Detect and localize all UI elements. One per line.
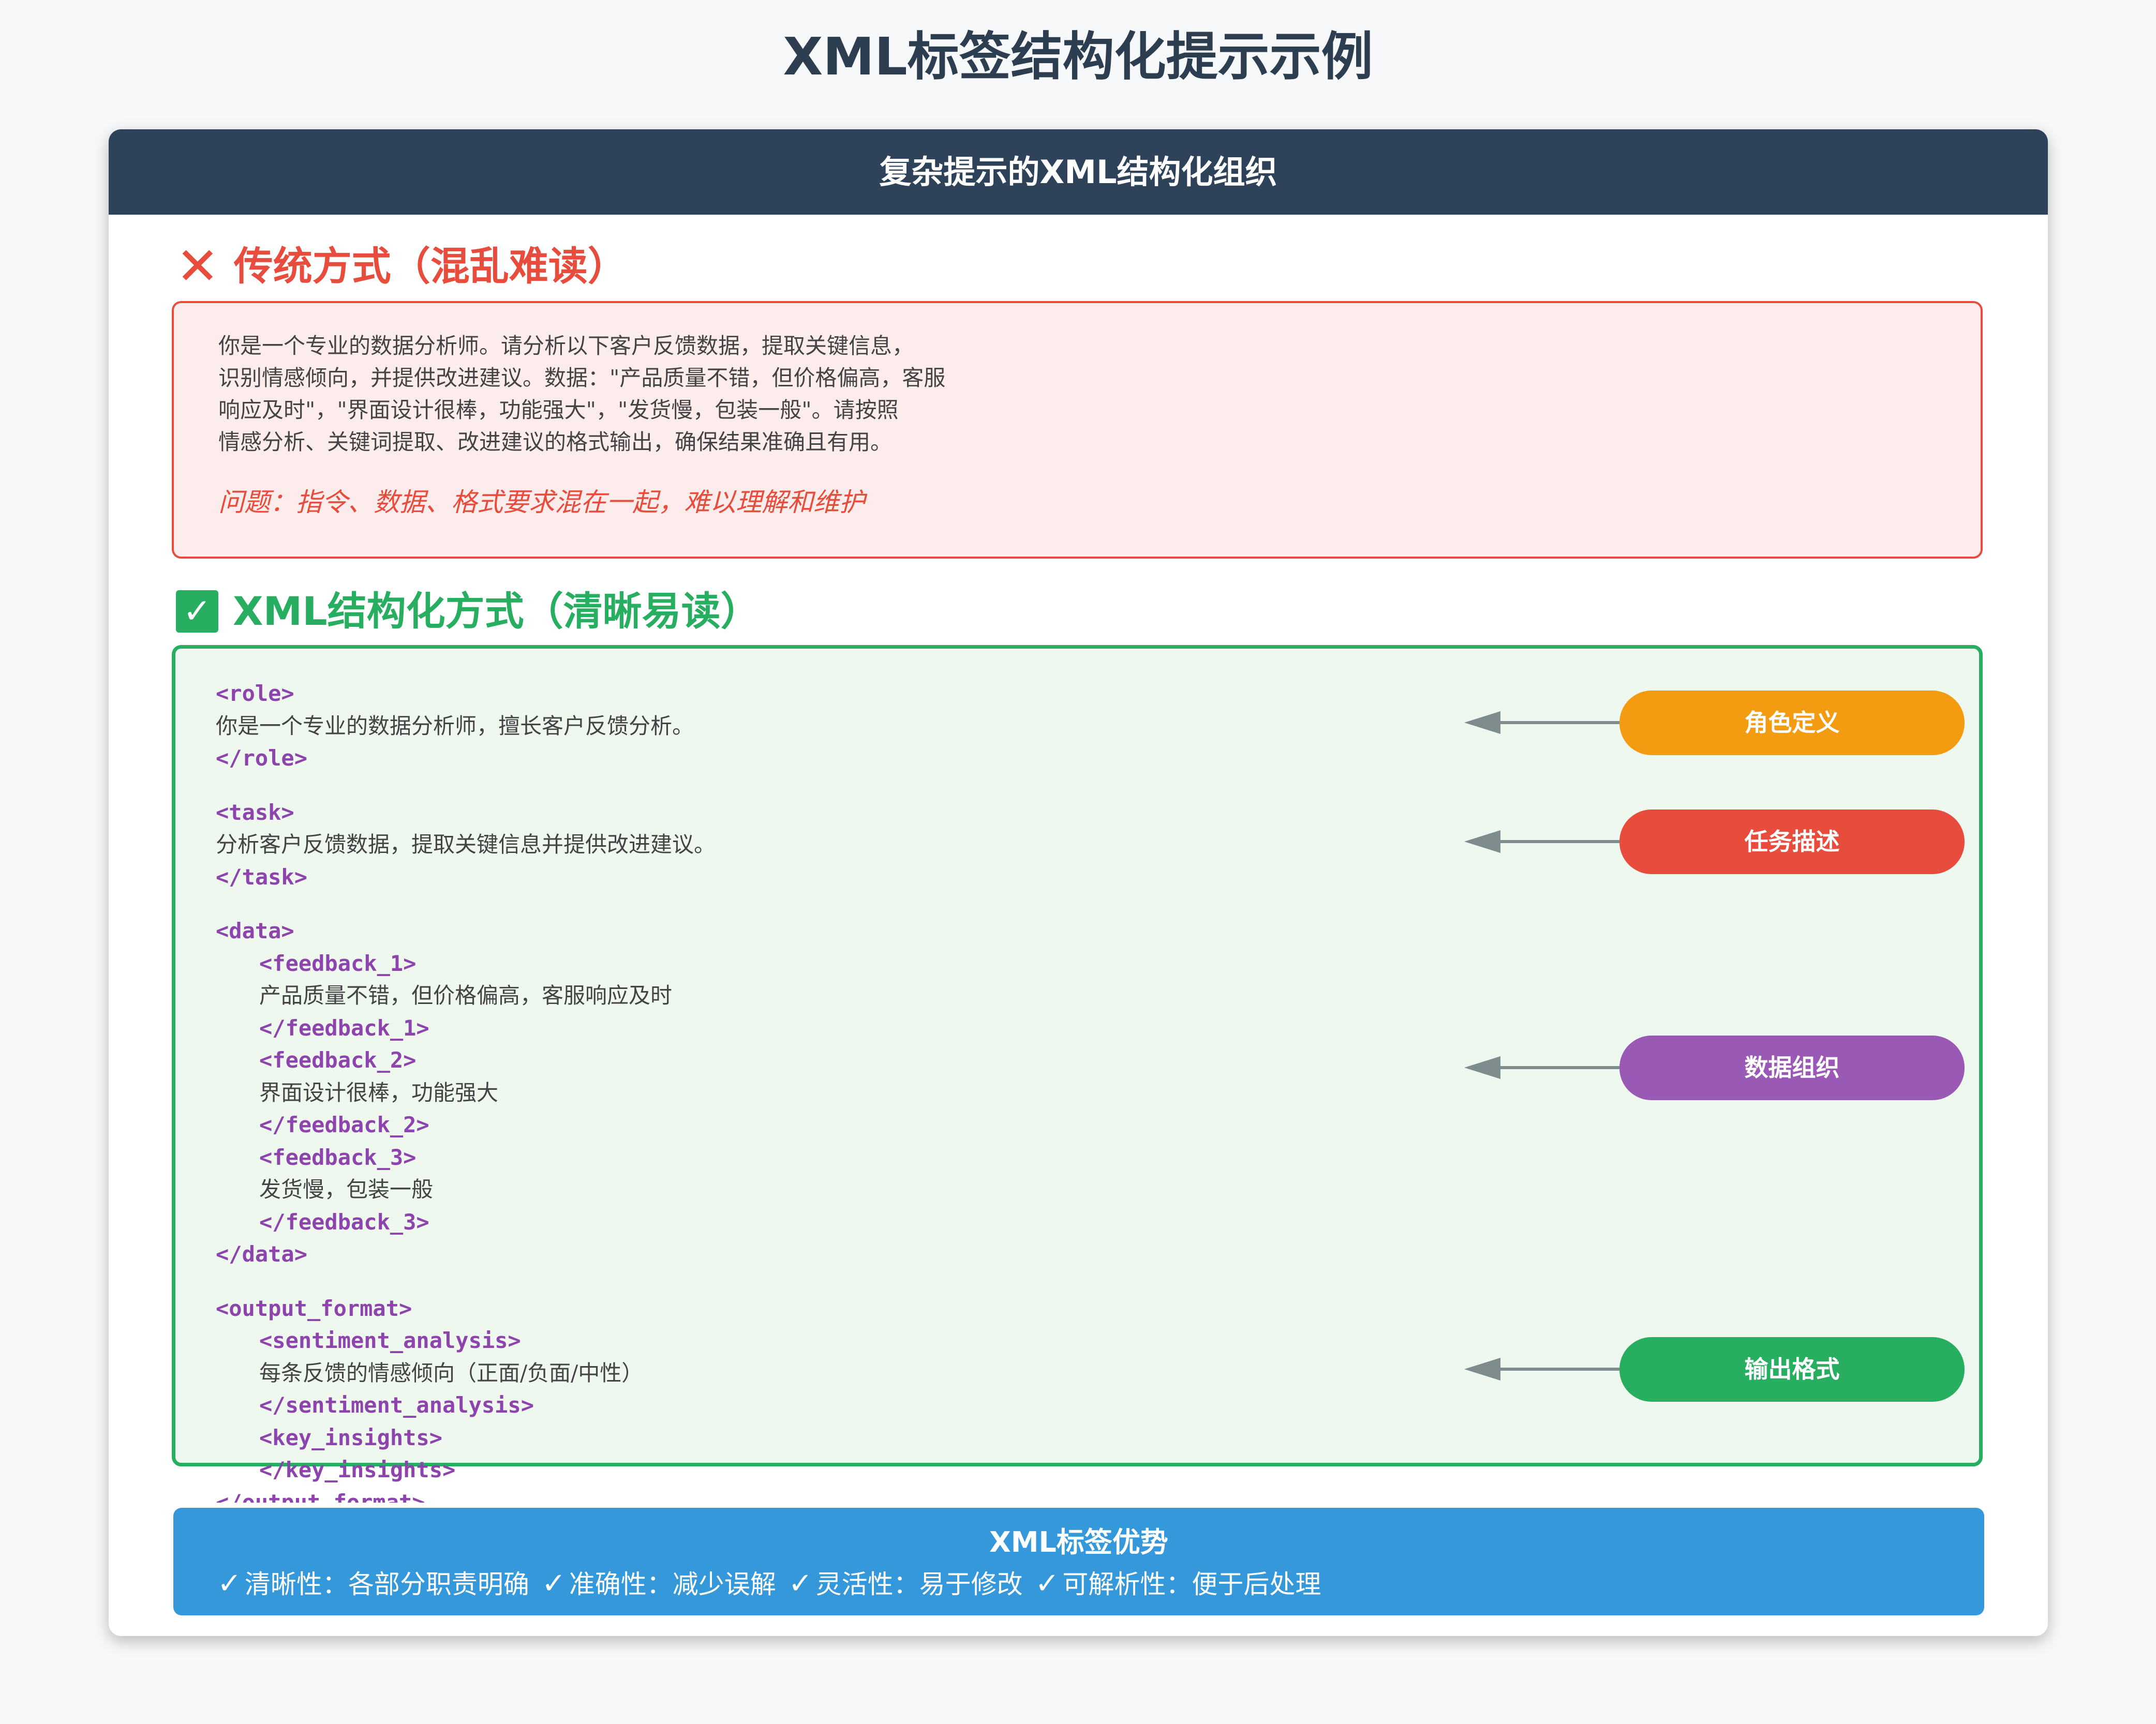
- advantage-item: 可解析性：便于后处理: [1062, 1569, 1321, 1599]
- xml-tag: <task>: [216, 799, 294, 825]
- xml-tag: <key_insights>: [259, 1425, 443, 1450]
- xml-code-block: <role> 你是一个专业的数据分析师，擅长客户反馈分析。 </role> <t…: [216, 678, 1561, 1503]
- label-pill: 任务描述: [1619, 809, 1965, 874]
- advantages-box: XML标签优势 ✓ 清晰性：各部分职责明确 ✓ 准确性：减少误解 ✓ 灵活性：易于修改…: [173, 1508, 1984, 1615]
- label-role: 角色定义: [1464, 691, 1982, 755]
- xml-tag: </output_format>: [216, 1489, 425, 1503]
- advantages-list: ✓ 清晰性：各部分职责明确 ✓ 准确性：减少误解 ✓ 灵活性：易于修改 ✓ 可解析性：便…: [217, 1564, 1325, 1601]
- xml-content: 界面设计很棒，功能强大: [259, 1080, 499, 1105]
- xml-content: 产品质量不错，但价格偏高，客服响应及时: [259, 983, 673, 1008]
- advantage-item: 灵活性：易于修改: [815, 1569, 1023, 1599]
- label-task: 任务描述: [1464, 809, 1982, 874]
- xml-tag: <role>: [216, 681, 294, 706]
- advantage-item: 清晰性：各部分职责明确: [244, 1569, 529, 1599]
- page-title: XML标签结构化提示示例: [783, 26, 1373, 87]
- main-card: 复杂提示的XML结构化组织 ✕ 传统方式（混乱难读） 你是一个专业的数据分析师。请…: [109, 129, 2048, 1636]
- left-arrow-icon: [1464, 1056, 1619, 1079]
- check-icon: ✓: [788, 1567, 813, 1600]
- xml-tag: </sentiment_analysis>: [259, 1392, 534, 1418]
- xml-tag: </role>: [216, 745, 308, 771]
- left-arrow-icon: [1464, 1358, 1619, 1381]
- xml-tag: <feedback_3>: [259, 1144, 417, 1170]
- label-output: 输出格式: [1464, 1337, 1982, 1402]
- advantage-item: 准确性：减少误解: [569, 1569, 776, 1599]
- left-arrow-icon: [1464, 830, 1619, 853]
- check-icon: ✓: [541, 1567, 566, 1600]
- check-icon: ✓: [1035, 1567, 1060, 1600]
- xml-tag: </feedback_1>: [259, 1015, 429, 1041]
- xml-tag: <output_format>: [216, 1295, 412, 1321]
- xml-content: 发货慢，包装一般: [259, 1177, 434, 1202]
- label-pill: 角色定义: [1619, 691, 1965, 755]
- xml-tag: <data>: [216, 918, 294, 943]
- xml-tag: <feedback_1>: [259, 950, 417, 976]
- xml-tag: <sentiment_analysis>: [259, 1328, 521, 1353]
- label-pill: 数据组织: [1619, 1036, 1965, 1100]
- label-pill: 输出格式: [1619, 1337, 1965, 1402]
- xml-tag: </feedback_2>: [259, 1112, 429, 1137]
- xml-content: 你是一个专业的数据分析师，擅长客户反馈分析。: [216, 713, 694, 739]
- xml-tag: </task>: [216, 864, 308, 890]
- xml-content: 每条反馈的情感倾向（正面/负面/中性）: [259, 1360, 644, 1386]
- xml-tag: </feedback_3>: [259, 1209, 429, 1235]
- xml-tag: <feedback_2>: [259, 1047, 417, 1073]
- advantages-title: XML标签优势: [989, 1526, 1168, 1558]
- xml-tag: </data>: [216, 1241, 308, 1267]
- xml-content: 分析客户反馈数据，提取关键信息并提供改进建议。: [216, 832, 716, 857]
- left-arrow-icon: [1464, 711, 1619, 734]
- xml-tag: </key_insights>: [259, 1457, 456, 1482]
- check-icon: ✓: [217, 1567, 242, 1600]
- label-data: 数据组织: [1464, 1036, 1982, 1100]
